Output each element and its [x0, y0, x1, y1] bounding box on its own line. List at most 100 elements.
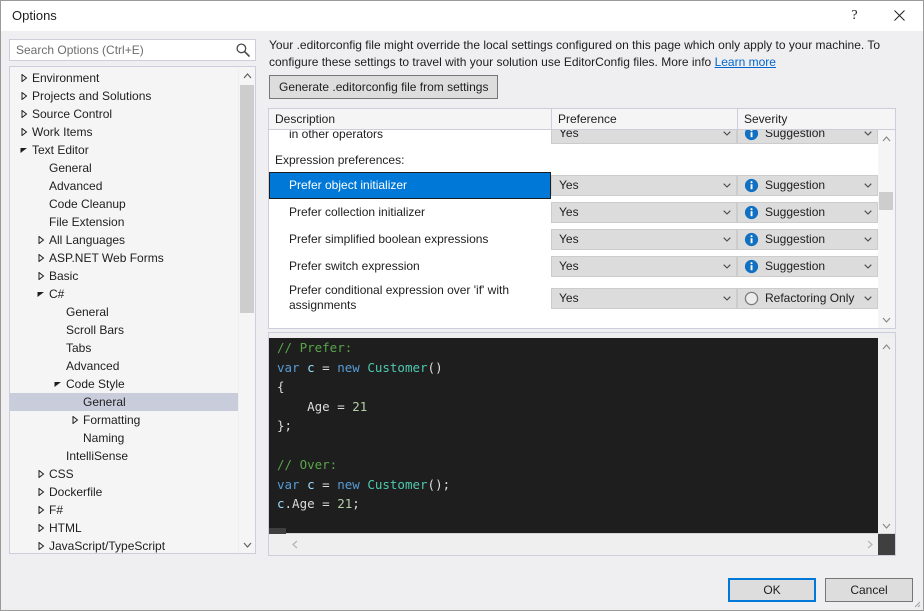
grid-scrollbar-thumb[interactable] — [879, 192, 893, 210]
preference-chevron[interactable] — [723, 130, 731, 143]
cancel-button[interactable]: Cancel — [825, 578, 913, 602]
tree-expander[interactable] — [18, 105, 30, 123]
tree-item-code-style[interactable]: Code Style — [10, 375, 239, 393]
tree-scrollbar[interactable] — [238, 67, 255, 553]
table-row[interactable]: Prefer simplified boolean expressionsYes… — [269, 226, 878, 253]
tree-item-text-editor[interactable]: Text Editor — [10, 141, 239, 159]
tree-item-projects-and-solutions[interactable]: Projects and Solutions — [10, 87, 239, 105]
tree-item-all-languages[interactable]: All Languages — [10, 231, 239, 249]
code-horizontal-scrollbar[interactable] — [269, 533, 895, 555]
tree-expander[interactable] — [35, 519, 47, 537]
preference-dropdown[interactable]: Yes — [551, 288, 737, 309]
table-row[interactable]: Prefer switch expressionYesSuggestion — [269, 253, 878, 280]
table-row[interactable]: Prefer object initializerYesSuggestion — [269, 172, 878, 199]
table-row[interactable]: in other operatorsYesSuggestion — [269, 130, 878, 148]
preference-chevron[interactable] — [723, 230, 731, 249]
preference-chevron[interactable] — [723, 203, 731, 222]
severity-chevron[interactable] — [864, 176, 872, 195]
column-header-description[interactable]: Description — [269, 109, 551, 129]
tree-item-file-extension[interactable]: File Extension — [10, 213, 239, 231]
grid-scroll-down-button[interactable] — [878, 311, 894, 328]
tree-expander[interactable] — [18, 87, 30, 105]
severity-chevron[interactable] — [864, 257, 872, 276]
generate-editorconfig-button[interactable]: Generate .editorconfig file from setting… — [269, 75, 498, 99]
tree-item-intellisense[interactable]: IntelliSense — [10, 447, 239, 465]
severity-dropdown[interactable]: Suggestion — [737, 256, 878, 277]
table-row[interactable]: Prefer collection initializerYesSuggesti… — [269, 199, 878, 226]
preference-dropdown[interactable]: Yes — [551, 202, 737, 223]
tree-expander[interactable] — [18, 123, 30, 141]
tree-expander[interactable] — [35, 267, 47, 285]
search-options-box[interactable] — [9, 39, 256, 61]
tree-item-tabs[interactable]: Tabs — [10, 339, 239, 357]
tree-item-basic[interactable]: Basic — [10, 267, 239, 285]
tree-item-c[interactable]: C# — [10, 285, 239, 303]
tree-scrollbar-thumb[interactable] — [240, 85, 254, 313]
severity-dropdown[interactable]: Suggestion — [737, 229, 878, 250]
column-header-severity[interactable]: Severity — [737, 109, 895, 129]
tree-expander[interactable] — [35, 285, 47, 303]
severity-dropdown[interactable]: Suggestion — [737, 130, 878, 144]
tree-expander[interactable] — [18, 69, 30, 87]
tree-item-asp-net-web-forms[interactable]: ASP.NET Web Forms — [10, 249, 239, 267]
preference-chevron[interactable] — [723, 176, 731, 195]
tree-item-html[interactable]: HTML — [10, 519, 239, 537]
help-button[interactable]: ? — [832, 1, 877, 30]
resize-grip-icon[interactable] — [909, 596, 921, 608]
tree-item-source-control[interactable]: Source Control — [10, 105, 239, 123]
preference-dropdown[interactable]: Yes — [551, 229, 737, 250]
preference-dropdown[interactable]: Yes — [551, 175, 737, 196]
tree-item-general[interactable]: General — [10, 393, 239, 411]
tree-expander[interactable] — [52, 375, 64, 393]
learn-more-link[interactable]: Learn more — [715, 55, 776, 69]
ok-button[interactable]: OK — [728, 578, 816, 602]
grid-scrollbar[interactable] — [878, 130, 895, 328]
tree-expander[interactable] — [35, 537, 47, 554]
tree-expander[interactable] — [69, 411, 81, 429]
tree-expander[interactable] — [35, 249, 47, 267]
search-input[interactable] — [10, 40, 230, 60]
severity-dropdown[interactable]: Suggestion — [737, 175, 878, 196]
tree-item-advanced[interactable]: Advanced — [10, 177, 239, 195]
close-button[interactable] — [877, 1, 922, 30]
tree-expander[interactable] — [35, 231, 47, 249]
tree-item-dockerfile[interactable]: Dockerfile — [10, 483, 239, 501]
severity-dropdown[interactable]: Suggestion — [737, 202, 878, 223]
tree-item-scroll-bars[interactable]: Scroll Bars — [10, 321, 239, 339]
preference-chevron[interactable] — [723, 257, 731, 276]
tree-expander[interactable] — [35, 483, 47, 501]
tree-item-work-items[interactable]: Work Items — [10, 123, 239, 141]
tree-expander[interactable] — [18, 141, 30, 159]
code-scroll-left-button[interactable] — [286, 534, 303, 555]
grid-scroll-up-button[interactable] — [878, 130, 894, 147]
preference-dropdown[interactable]: Yes — [551, 256, 737, 277]
grid-group-header[interactable]: Expression preferences: — [269, 148, 878, 172]
tree-item-formatting[interactable]: Formatting — [10, 411, 239, 429]
tree-item-javascript-typescript[interactable]: JavaScript/TypeScript — [10, 537, 239, 554]
severity-dropdown[interactable]: Refactoring Only — [737, 288, 878, 309]
code-scroll-right-button[interactable] — [861, 534, 878, 555]
tree-item-f[interactable]: F# — [10, 501, 239, 519]
tree-scroll-up-button[interactable] — [239, 67, 255, 84]
severity-chevron[interactable] — [864, 289, 872, 308]
tree-scroll-down-button[interactable] — [239, 536, 255, 553]
options-tree[interactable]: EnvironmentProjects and SolutionsSource … — [9, 66, 256, 554]
preference-dropdown[interactable]: Yes — [551, 130, 737, 144]
severity-chevron[interactable] — [864, 203, 872, 222]
severity-chevron[interactable] — [864, 130, 872, 143]
code-scroll-up-button[interactable] — [878, 338, 894, 355]
tree-item-general[interactable]: General — [10, 303, 239, 321]
tree-item-general[interactable]: General — [10, 159, 239, 177]
table-row[interactable]: Prefer conditional expression over 'if' … — [269, 280, 878, 316]
code-scroll-down-button[interactable] — [878, 517, 894, 534]
code-vertical-scrollbar[interactable] — [878, 338, 895, 534]
tree-item-environment[interactable]: Environment — [10, 69, 239, 87]
tree-expander[interactable] — [35, 501, 47, 519]
tree-item-advanced[interactable]: Advanced — [10, 357, 239, 375]
severity-chevron[interactable] — [864, 230, 872, 249]
tree-expander[interactable] — [35, 465, 47, 483]
column-header-preference[interactable]: Preference — [551, 109, 737, 129]
tree-item-naming[interactable]: Naming — [10, 429, 239, 447]
tree-item-css[interactable]: CSS — [10, 465, 239, 483]
preference-chevron[interactable] — [723, 289, 731, 308]
